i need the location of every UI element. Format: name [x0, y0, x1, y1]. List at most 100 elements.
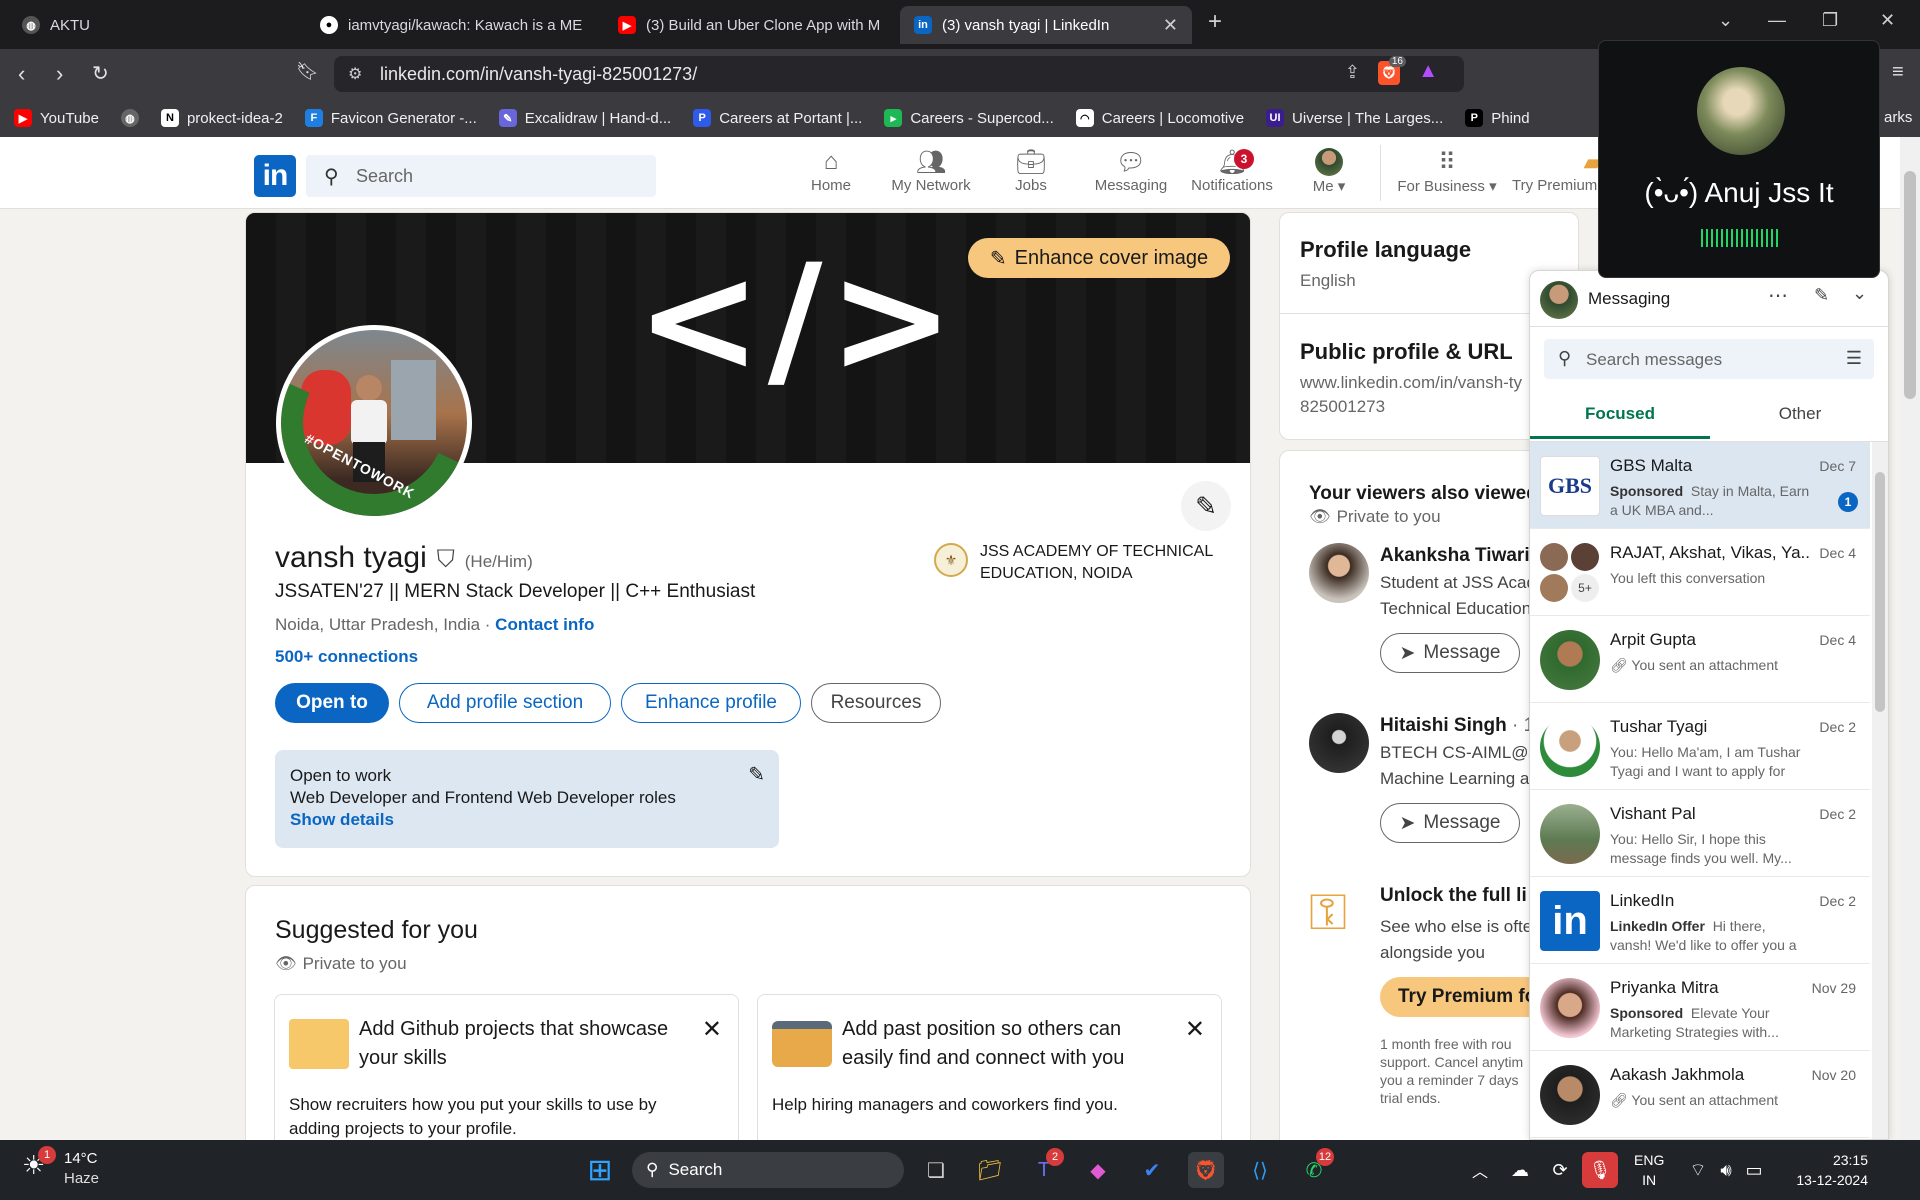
linkedin-logo[interactable]: in: [254, 155, 296, 197]
bookmarks-overflow[interactable]: arks: [1884, 109, 1912, 126]
search-icon: ⚲: [324, 166, 339, 188]
conversation-item[interactable]: Arpit Gupta Dec 4 🔗︎ You sent an attachm…: [1530, 616, 1870, 703]
microphone-icon[interactable]: 🎙︎: [1582, 1152, 1618, 1188]
bookmark-portant[interactable]: P Careers at Portant |...: [693, 109, 862, 127]
dismiss-icon[interactable]: ✕: [702, 1015, 722, 1044]
language-indicator[interactable]: ENG IN: [1634, 1150, 1664, 1190]
caller-avatar: [1697, 67, 1785, 155]
site-info-icon[interactable]: ⚙: [348, 64, 362, 84]
grid-icon: ⠿: [1438, 148, 1456, 176]
open-to-button[interactable]: Open to: [275, 683, 389, 723]
nav-for-business[interactable]: ⠿ For Business ▾: [1392, 147, 1502, 196]
compose-icon[interactable]: ✎: [1814, 285, 1829, 306]
share-icon[interactable]: ⇪: [1345, 62, 1360, 83]
enhance-profile-button[interactable]: Enhance profile: [621, 683, 801, 723]
nav-jobs[interactable]: 💼︎ Jobs: [986, 147, 1076, 195]
menu-icon[interactable]: ≡: [1892, 61, 1904, 84]
call-overlay[interactable]: (•̀ᴗ•́) Anuj Jss It: [1598, 40, 1880, 278]
bookmark-icon[interactable]: 🔖︎: [296, 61, 319, 82]
restore-icon[interactable]: ❐: [1822, 10, 1838, 31]
battery-icon[interactable]: ▭: [1736, 1152, 1772, 1188]
edit-otw-icon[interactable]: ✎: [748, 762, 765, 787]
conversation-item[interactable]: Vishant Pal Dec 2 You: Hello Sir, I hope…: [1530, 790, 1870, 877]
back-icon[interactable]: ‹: [18, 61, 25, 87]
messaging-scrollbar[interactable]: [1872, 442, 1888, 1139]
tab-search-icon[interactable]: ⌄: [1718, 10, 1733, 31]
bookmark-globe[interactable]: ◍: [120, 109, 139, 127]
url-bar[interactable]: ⚙ linkedin.com/in/vansh-tyagi-825001273/…: [334, 56, 1464, 92]
brave-taskbar-icon[interactable]: 🦁︎: [1188, 1152, 1224, 1188]
bookmark-favicon[interactable]: F Favicon Generator -...: [304, 109, 477, 127]
bookmark-locomotive[interactable]: ◠ Careers | Locomotive: [1075, 109, 1244, 127]
bookmark-prokect[interactable]: Nprokect-idea-2: [160, 109, 283, 127]
nav-try-premium[interactable]: ▰ Try Premium: [1512, 147, 1602, 195]
forward-icon[interactable]: ›: [56, 61, 63, 87]
sync-icon[interactable]: ⟳: [1542, 1152, 1578, 1188]
taskbar-search[interactable]: ⚲ Search: [632, 1152, 904, 1188]
filter-icon[interactable]: ☰: [1846, 348, 1862, 369]
vscode-icon[interactable]: ⟨⟩: [1242, 1152, 1278, 1188]
brave-rewards-icon[interactable]: ▲: [1418, 60, 1438, 83]
nav-home[interactable]: ⌂ Home: [786, 147, 876, 194]
clock[interactable]: 23:15 13-12-2024: [1772, 1150, 1868, 1190]
nav-me[interactable]: Me ▾: [1286, 147, 1372, 195]
tab-focused[interactable]: Focused: [1530, 389, 1710, 439]
nav-notifications[interactable]: 🔔︎ Notifications 3: [1186, 147, 1278, 195]
show-details-link[interactable]: Show details: [290, 810, 394, 830]
tab-github[interactable]: ● iamvtyagi/kawach: Kawach is a MER: [306, 6, 596, 44]
start-icon[interactable]: ⊞: [582, 1152, 618, 1188]
conversation-item[interactable]: Tushar Tyagi Dec 2 You: Hello Ma'am, I a…: [1530, 703, 1870, 790]
resources-button[interactable]: Resources: [811, 683, 941, 723]
task-view-icon[interactable]: ❏: [918, 1152, 954, 1188]
chevron-down-icon[interactable]: ⌄: [1852, 283, 1867, 304]
enhance-cover-button[interactable]: ✎ Enhance cover image: [968, 238, 1230, 278]
tab-youtube[interactable]: ▶ (3) Build an Uber Clone App with M: [604, 6, 894, 44]
viewer-avatar[interactable]: [1309, 543, 1369, 603]
viewer-avatar[interactable]: [1309, 713, 1369, 773]
more-icon[interactable]: ⋯: [1768, 283, 1788, 308]
window-close-icon[interactable]: ✕: [1880, 10, 1895, 31]
conversation-item[interactable]: in LinkedIn Dec 2 LinkedIn Offer Hi ther…: [1530, 877, 1870, 964]
bookmark-supercod[interactable]: ▸ Careers - Supercod...: [884, 109, 1054, 127]
bookmark-uiverse[interactable]: UI Uiverse | The Larges...: [1266, 109, 1443, 127]
close-tab-icon[interactable]: ✕: [1163, 15, 1178, 36]
connections-link[interactable]: 500+ connections: [275, 647, 418, 667]
send-icon: ➤: [1399, 812, 1416, 834]
conversation-item[interactable]: GBS GBS Malta Dec 7 Sponsored Stay in Ma…: [1530, 442, 1870, 529]
nav-my-network[interactable]: 👥︎ My Network: [886, 147, 976, 195]
file-explorer-icon[interactable]: 📁︎: [972, 1152, 1008, 1188]
suggestion-github[interactable]: Add Github projects that showcase your s…: [274, 994, 739, 1144]
bookmark-youtube[interactable]: ▶ YouTube: [14, 109, 99, 127]
bookmark-phind[interactable]: P Phind: [1465, 109, 1530, 127]
messaging-header[interactable]: Messaging ⋯ ✎ ⌄: [1530, 271, 1888, 327]
minimize-icon[interactable]: —: [1768, 10, 1786, 31]
edit-intro-button[interactable]: ✎: [1181, 481, 1231, 531]
conversation-item[interactable]: Priyanka Mitra Nov 29 Sponsored Elevate …: [1530, 964, 1870, 1051]
search-messages-input[interactable]: ⚲ Search messages ☰: [1544, 339, 1874, 379]
scrollbar-thumb[interactable]: [1904, 171, 1916, 399]
tab-aktu[interactable]: ◍ AKTU: [8, 6, 298, 44]
profile-photo[interactable]: #OPENTOWORK: [276, 325, 472, 521]
message-button[interactable]: ➤ Message: [1380, 803, 1520, 843]
nav-messaging[interactable]: 💬︎ Messaging: [1086, 147, 1176, 195]
suggestion-past-position[interactable]: Add past position so others can easily f…: [757, 994, 1222, 1144]
school-name[interactable]: JSS ACADEMY OF TECHNICAL EDUCATION, NOID…: [980, 541, 1230, 585]
message-button[interactable]: ➤ Message: [1380, 633, 1520, 673]
onedrive-icon[interactable]: ☁: [1502, 1152, 1538, 1188]
todo-icon[interactable]: ✔: [1134, 1152, 1170, 1188]
tab-linkedin[interactable]: in (3) vansh tyagi | LinkedIn ✕: [900, 6, 1192, 44]
dismiss-icon[interactable]: ✕: [1185, 1015, 1205, 1044]
search-input[interactable]: ⚲ Search: [306, 155, 656, 197]
copilot-icon[interactable]: ◆: [1080, 1152, 1116, 1188]
contact-info-link[interactable]: Contact info: [495, 615, 594, 634]
conversation-item[interactable]: 5+ RAJAT, Akshat, Vikas, Ya... Dec 4 You…: [1530, 529, 1870, 616]
chevron-up-icon[interactable]: ︿: [1462, 1152, 1498, 1188]
reload-icon[interactable]: ↻: [92, 61, 109, 86]
tab-other[interactable]: Other: [1710, 389, 1888, 439]
new-tab-button[interactable]: +: [1208, 8, 1222, 36]
bookmark-excalidraw[interactable]: ✎ Excalidraw | Hand-d...: [498, 109, 671, 127]
conversation-item[interactable]: Aakash Jakhmola Nov 20 🔗︎ You sent an at…: [1530, 1051, 1870, 1138]
school-logo[interactable]: ⚜: [934, 543, 968, 577]
add-profile-section-button[interactable]: Add profile section: [399, 683, 611, 723]
page-scrollbar[interactable]: [1900, 137, 1920, 1140]
